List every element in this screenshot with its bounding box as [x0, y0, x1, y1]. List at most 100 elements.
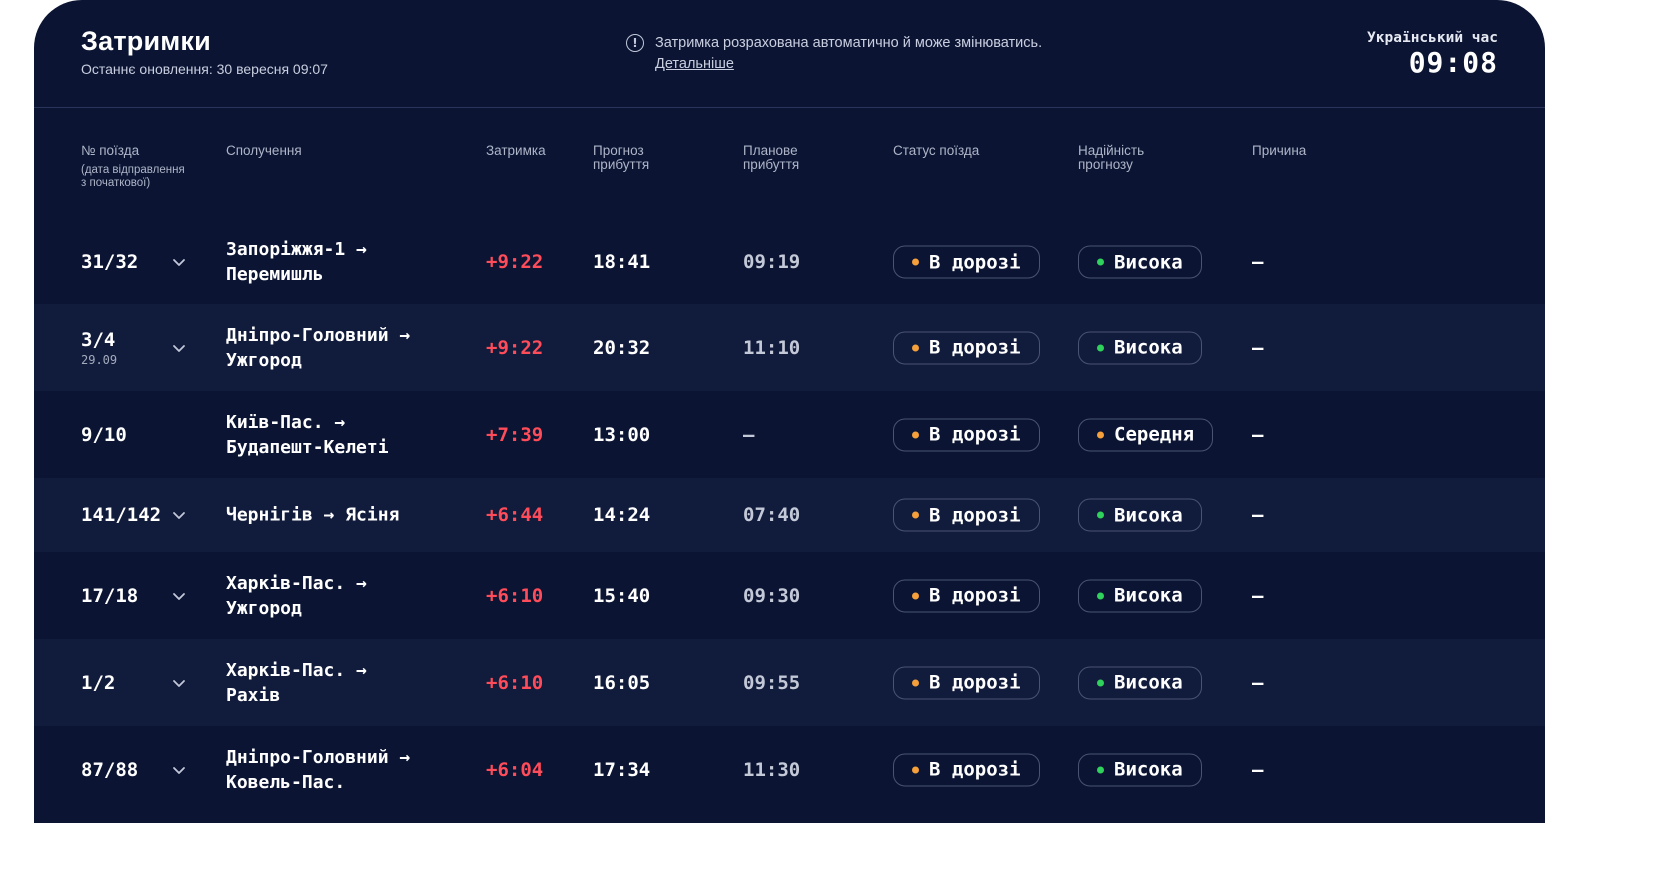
reliability-dot-icon [1097, 679, 1104, 686]
arrow-right-icon: → [312, 504, 346, 526]
route-to: Перемишль [226, 264, 324, 285]
status-dot-icon [912, 679, 919, 686]
route-to: Будапешт-Келеті [226, 436, 389, 458]
status-badge: В дорозі [893, 418, 1040, 451]
status-text: В дорозі [929, 671, 1021, 694]
delay-reason: — [1252, 671, 1264, 694]
col-route: Сполучення [226, 143, 302, 158]
reliability-text: Середня [1114, 423, 1195, 446]
table-row[interactable]: 87/88 Дніпро-Головний → Ковель-Пас. +6:04 17… [34, 726, 1545, 813]
status-text: В дорозі [929, 584, 1021, 607]
col-forecast: Прогноз прибуття [593, 143, 650, 172]
status-badge: В дорозі [893, 245, 1040, 279]
delay-value: +9:22 [486, 251, 544, 273]
table-row[interactable]: 17/18 Харків-Пас. → Ужгород +6:10 15:40 09:30… [34, 552, 1545, 639]
reliability-dot-icon [1097, 592, 1104, 599]
reliability-text: Висока [1114, 671, 1183, 694]
col-train-sublabel: (дата відправлення з початкової) [81, 164, 185, 189]
arrow-right-icon: → [345, 572, 367, 594]
train-number-text: 87/88 [81, 758, 139, 781]
col-status: Статус поїзда [893, 143, 980, 158]
chevron-down-icon[interactable] [172, 676, 186, 690]
col-delay: Затримка [486, 143, 546, 158]
clock-label: Український час [1367, 30, 1498, 46]
status-text: В дорозі [929, 251, 1021, 273]
delay-reason: — [1252, 504, 1264, 526]
delay-value: +6:44 [486, 504, 544, 526]
chevron-down-icon[interactable] [172, 341, 186, 355]
train-number: 1/2 [81, 672, 115, 694]
reliability-text: Висока [1114, 336, 1183, 359]
arrow-right-icon: → [345, 659, 367, 681]
table-row[interactable]: 1/2 Харків-Пас. → Рахів +6:10 16:05 09:55 В до… [34, 639, 1545, 726]
delay-reason: — [1252, 584, 1264, 607]
route-from: Дніпро-Головний [226, 324, 389, 346]
reliability-badge: Висока [1078, 753, 1202, 786]
route-from: Харків-Пас. [226, 572, 346, 594]
status-dot-icon [912, 344, 919, 351]
delay-value: +6:10 [486, 671, 544, 694]
delay-reason: — [1252, 423, 1264, 446]
train-number-text: 3/4 [81, 328, 116, 351]
status-dot-icon [912, 511, 919, 519]
chevron-down-icon[interactable] [172, 589, 186, 603]
reliability-text: Висока [1114, 584, 1183, 607]
reliability-text: Висока [1114, 251, 1183, 273]
chevron-down-icon[interactable] [172, 508, 186, 522]
status-text: В дорозі [929, 758, 1021, 781]
table-row[interactable]: 141/142 Чернігів → Ясіня +6:44 14:24 07:40 В … [34, 478, 1545, 552]
forecast-arrival: 14:24 [593, 504, 651, 526]
reliability-dot-icon [1097, 431, 1104, 438]
arrow-right-icon: → [323, 411, 346, 433]
forecast-arrival: 18:41 [593, 251, 651, 273]
train-number: 17/18 [81, 585, 138, 607]
chevron-down-icon[interactable] [172, 763, 186, 777]
arrow-right-icon: → [388, 324, 411, 346]
arrow-right-icon: → [345, 239, 367, 260]
table-row[interactable]: 3/4 29.09 Дніпро-Головний → Ужгород +9:22 20:… [34, 304, 1545, 391]
status-text: В дорозі [929, 423, 1021, 446]
train-number: 3/4 29.09 [81, 329, 117, 367]
route: Київ-Пас. → Будапешт-Келеті [226, 410, 389, 460]
route: Дніпро-Головний → Ужгород [226, 323, 410, 373]
table-row[interactable]: 31/32 Запоріжжя-1 → Перемишль +9:22 18:41 09:… [34, 220, 1545, 304]
forecast-arrival: 16:05 [593, 671, 651, 694]
train-number-text: 17/18 [81, 584, 139, 607]
reliability-badge: Висока [1078, 331, 1202, 364]
delay-value: +6:10 [486, 584, 544, 607]
clock-time: 09:08 [1408, 46, 1498, 79]
route-from: Дніпро-Головний [226, 746, 389, 768]
delay-reason: — [1252, 758, 1264, 781]
planned-arrival: — [743, 423, 755, 446]
reliability-badge: Середня [1078, 418, 1214, 451]
chevron-down-icon[interactable] [172, 255, 186, 269]
reliability-text: Висока [1114, 504, 1183, 526]
train-number: 9/10 [81, 424, 127, 446]
route-from: Чернігів [226, 504, 313, 526]
planned-arrival: 09:19 [743, 251, 801, 273]
planned-arrival: 11:30 [743, 758, 801, 781]
train-number-text: 1/2 [81, 671, 116, 694]
train-number: 141/142 [81, 504, 161, 526]
info-icon: ! [626, 34, 644, 52]
table-row[interactable]: 9/10 Київ-Пас. → Будапешт-Келеті +7:39 13:00… [34, 391, 1545, 478]
route: Харків-Пас. → Ужгород [226, 571, 367, 621]
route-to: Ужгород [226, 597, 302, 619]
delays-panel: Затримки Останнє оновлення: 30 вересня 0… [34, 0, 1545, 823]
reliability-badge: Висока [1078, 666, 1202, 699]
route-to: Ужгород [226, 349, 302, 371]
status-text: В дорозі [929, 504, 1021, 526]
route-from: Київ-Пас. [226, 411, 324, 433]
status-badge: В дорозі [893, 498, 1040, 532]
train-number: 31/32 [81, 251, 138, 273]
delay-value: +9:22 [486, 336, 544, 359]
status-dot-icon [912, 766, 919, 773]
page-title: Затримки [81, 26, 211, 56]
reliability-text: Висока [1114, 758, 1183, 781]
arrow-right-icon: → [388, 746, 411, 768]
delay-value: +6:04 [486, 758, 544, 781]
forecast-arrival: 13:00 [593, 423, 651, 446]
route: Запоріжжя-1 → Перемишль [226, 237, 367, 287]
details-link[interactable]: Детальніше [655, 54, 1042, 75]
col-reliability: Надійність прогнозу [1078, 143, 1145, 172]
